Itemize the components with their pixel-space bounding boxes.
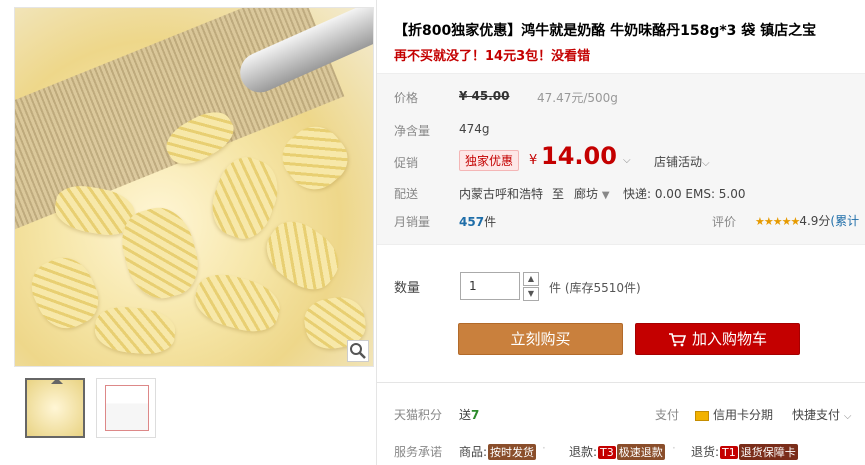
cheese-puff [93, 304, 177, 357]
sales-unit: 件 [484, 215, 497, 229]
service-goods-label: 商品: [459, 445, 488, 459]
quantity-decrease-button[interactable]: ▼ [523, 287, 539, 301]
product-title: 【折800独家优惠】鸿牛就是奶酪 牛奶味酪丹158g*3 袋 镇店之宝 [394, 23, 817, 39]
weight-label: 净含量 [394, 124, 431, 138]
rating-label: 评价 [712, 215, 737, 229]
chevron-down-icon: ⌵ [702, 158, 710, 169]
thumbnail-package-photo[interactable] [96, 378, 156, 438]
cheese-puff [272, 115, 358, 201]
promo-label: 促销 [394, 156, 419, 170]
service-return-label: 退货: [691, 445, 720, 459]
sales-count: 457 [459, 215, 485, 229]
product-subtitle: 再不买就没了！14元3包！没看错 [394, 49, 591, 64]
chevron-down-icon[interactable]: ⌵ [623, 155, 631, 166]
points-send: 送 [459, 408, 472, 422]
zoom-button[interactable] [347, 340, 369, 362]
shipping-from: 内蒙古呼和浩特 [459, 187, 544, 201]
magnifier-icon [350, 343, 366, 359]
quantity-label: 数量 [394, 281, 421, 296]
add-to-cart-label: 加入购物车 [691, 330, 767, 348]
monthly-sales: 457件 [459, 213, 496, 230]
credit-installment-label: 信用卡分期 [713, 408, 774, 422]
points: 送7 [459, 406, 479, 423]
payment-label: 支付 [655, 408, 680, 422]
return-code-badge: T1 [720, 446, 738, 459]
credit-card-installment[interactable]: 信用卡分期 [695, 406, 773, 423]
quick-pay[interactable]: 快捷支付 ⌵ [792, 406, 851, 423]
product-detail-panel: 【折800独家优惠】鸿牛就是奶酪 牛奶味酪丹158g*3 袋 镇店之宝 再不买就… [376, 0, 865, 465]
unit-price: 47.47元/500g [537, 91, 618, 105]
product-main-image[interactable] [14, 7, 374, 367]
promo-price: 14.00 [541, 142, 617, 170]
service-refund[interactable]: 退款: T3 极速退款 [569, 443, 665, 460]
rating[interactable]: ★★★★★4.9分(累计 [755, 212, 859, 229]
fast-refund-badge: 极速退款 [616, 444, 665, 460]
thumbnail-product-photo[interactable] [25, 378, 85, 438]
caret-down-icon: ▼ [601, 190, 610, 201]
return-guarantee-badge: 退货保障卡 [738, 444, 798, 460]
promo-tag: 独家优惠 [459, 150, 520, 171]
section-divider [377, 382, 865, 383]
service-goods[interactable]: 商品: 按时发货 [459, 443, 537, 460]
package-graphic [105, 385, 149, 431]
stock-info: 件 (库存5510件) [549, 281, 641, 295]
service-return[interactable]: 退货: T1 退货保障卡 [691, 443, 798, 460]
shipping-label: 配送 [394, 187, 419, 201]
quick-pay-label: 快捷支付 [792, 408, 841, 422]
shipping-cost: 快递: 0.00 EMS: 5.00 [623, 187, 746, 201]
sales-label: 月销量 [394, 215, 431, 229]
review-count-link[interactable]: (累计 [830, 214, 859, 228]
original-price: ¥ 45.00 [459, 89, 510, 103]
add-to-cart-button[interactable]: 加入购物车 [635, 323, 800, 355]
credit-card-icon [695, 410, 709, 421]
star-rating-icon: ★★★★★ [755, 215, 800, 228]
chevron-down-icon: ⌵ [843, 411, 852, 422]
quantity-increase-button[interactable]: ▲ [523, 272, 539, 286]
refund-code-badge: T3 [598, 446, 616, 459]
weight-value: 474g [459, 122, 490, 136]
separator-dot: · [672, 441, 676, 455]
service-refund-label: 退款: [569, 445, 598, 459]
on-time-shipping-badge: 按时发货 [488, 444, 537, 460]
service-label: 服务承诺 [394, 445, 443, 459]
points-label: 天猫积分 [394, 408, 443, 422]
points-value: 7 [471, 408, 480, 422]
currency-symbol: ¥ [529, 153, 538, 168]
shipping-to-label: 至 [552, 187, 565, 201]
destination-value: 廊坊 [574, 187, 599, 201]
separator-dot: · [542, 441, 546, 455]
shopping-cart-icon [668, 332, 686, 346]
cheese-puff [256, 211, 349, 300]
cheese-puff [189, 267, 286, 339]
price-label: 价格 [394, 91, 419, 105]
rating-score: 4.9分 [799, 214, 831, 228]
product-gallery [0, 0, 376, 465]
shop-activity-dropdown[interactable]: 店铺活动⌵ [654, 153, 710, 170]
buy-now-button[interactable]: 立刻购买 [458, 323, 623, 355]
destination-select[interactable]: 廊坊 ▼ [574, 185, 610, 202]
shop-activity-label: 店铺活动 [654, 155, 703, 169]
quantity-input[interactable] [460, 272, 520, 300]
